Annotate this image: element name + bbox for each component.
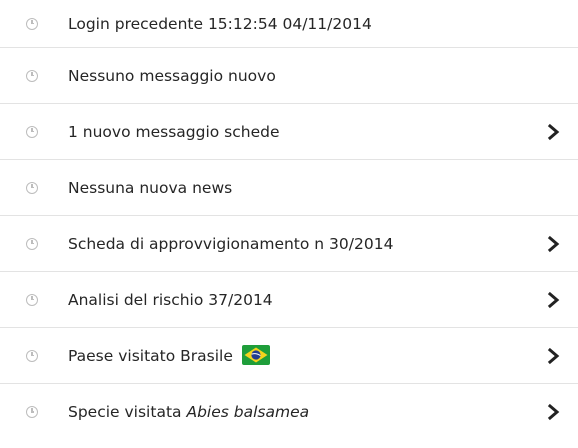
chevron-right-icon[interactable] xyxy=(546,290,562,310)
clock-icon xyxy=(26,293,38,306)
species-name: Abies balsamea xyxy=(186,403,310,421)
clock-icon xyxy=(26,125,38,138)
brazil-flag-icon xyxy=(241,345,270,365)
clock-icon xyxy=(26,181,38,194)
list-item-visited-country[interactable]: Paese visitato Brasile xyxy=(0,328,578,384)
clock-icon xyxy=(26,69,38,82)
clock-icon xyxy=(26,17,38,30)
item-label: Specie visitata xyxy=(68,403,182,421)
item-label: Nessuno messaggio nuovo xyxy=(68,66,276,85)
list-item-news: Nessuna nuova news xyxy=(0,160,578,216)
list-item-visited-species[interactable]: Specie visitata Abies balsamea xyxy=(0,384,578,440)
item-label: 1 nuovo messaggio schede xyxy=(68,122,280,141)
item-label-with-flag: Paese visitato Brasile xyxy=(68,345,270,366)
clock-icon xyxy=(26,237,38,250)
item-label: Analisi del rischio 37/2014 xyxy=(68,290,273,309)
list-item-risk-analysis[interactable]: Analisi del rischio 37/2014 xyxy=(0,272,578,328)
list-item-messages: Nessuno messaggio nuovo xyxy=(0,48,578,104)
item-label: Scheda di approvvigionamento n 30/2014 xyxy=(68,234,394,253)
list-item-previous-login: Login precedente 15:12:54 04/11/2014 xyxy=(0,0,578,48)
clock-icon xyxy=(26,349,38,362)
list-item-new-card-message[interactable]: 1 nuovo messaggio schede xyxy=(0,104,578,160)
clock-icon xyxy=(26,406,38,418)
chevron-right-icon[interactable] xyxy=(546,346,562,366)
activity-list: Login precedente 15:12:54 04/11/2014 Nes… xyxy=(0,0,578,440)
chevron-right-icon[interactable] xyxy=(546,402,562,422)
chevron-right-icon[interactable] xyxy=(546,122,562,142)
chevron-right-icon[interactable] xyxy=(546,234,562,254)
item-label-species: Specie visitata Abies balsamea xyxy=(68,402,309,422)
item-label: Login precedente 15:12:54 04/11/2014 xyxy=(68,14,372,33)
item-label: Paese visitato Brasile xyxy=(68,347,233,365)
list-item-procurement-card[interactable]: Scheda di approvvigionamento n 30/2014 xyxy=(0,216,578,272)
item-label: Nessuna nuova news xyxy=(68,178,233,197)
